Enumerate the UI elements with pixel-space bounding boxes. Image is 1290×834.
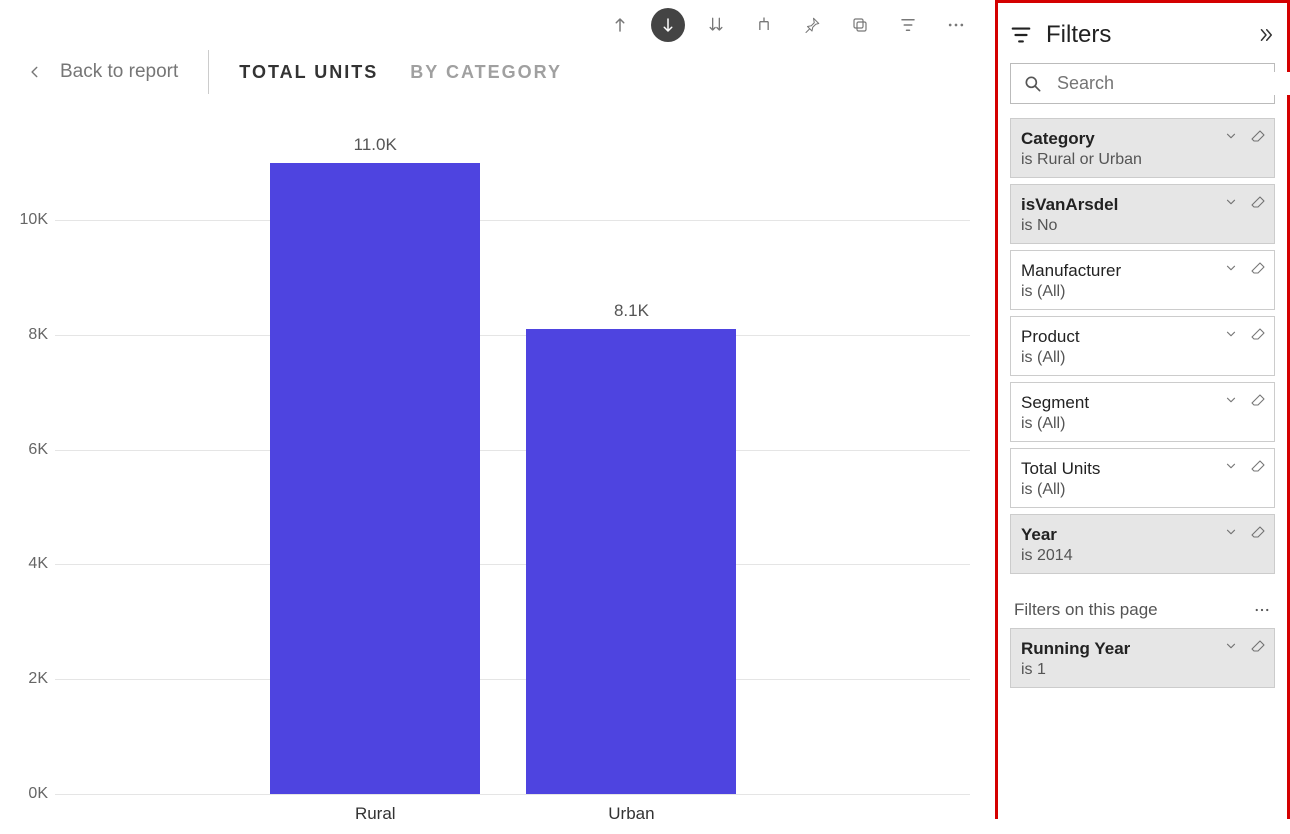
plot-area: 11.0KRural8.1KUrban	[55, 134, 970, 794]
y-tick-label: 6K	[0, 441, 48, 459]
clear-filter-icon[interactable]	[1250, 129, 1266, 145]
gridline	[55, 794, 970, 795]
chevron-left-icon	[28, 61, 42, 83]
clear-filter-icon[interactable]	[1250, 393, 1266, 409]
clear-filter-icon[interactable]	[1250, 525, 1266, 541]
chevron-down-icon[interactable]	[1224, 639, 1238, 655]
chevron-down-icon[interactable]	[1224, 327, 1238, 343]
pin-icon[interactable]	[795, 8, 829, 42]
page-filters-more-icon[interactable]	[1253, 601, 1271, 619]
chevron-down-icon[interactable]	[1224, 525, 1238, 541]
filter-status: is (All)	[1021, 349, 1264, 367]
chevron-down-icon[interactable]	[1224, 195, 1238, 211]
bar-label: 8.1K	[526, 301, 736, 321]
y-tick-label: 4K	[0, 555, 48, 573]
clear-filter-icon[interactable]	[1250, 195, 1266, 211]
chevron-down-icon[interactable]	[1224, 129, 1238, 145]
x-category-label: Urban	[608, 804, 654, 824]
drill-all-icon[interactable]	[699, 8, 733, 42]
chevron-down-icon[interactable]	[1224, 459, 1238, 475]
bar-rural[interactable]: 11.0K	[270, 163, 480, 794]
tab-total-units[interactable]: Total Units	[239, 62, 378, 83]
copy-icon[interactable]	[843, 8, 877, 42]
back-to-report-button[interactable]: Back to report	[28, 61, 178, 83]
page-filter-card-running-year[interactable]: Running Yearis 1	[1010, 628, 1275, 688]
funnel-icon	[1010, 24, 1032, 46]
y-tick-label: 10K	[0, 211, 48, 229]
report-main: Back to report Total Units By Category 0…	[0, 0, 995, 819]
back-label: Back to report	[60, 61, 178, 83]
filters-search-input[interactable]	[1055, 72, 1290, 95]
filter-status: is (All)	[1021, 415, 1264, 433]
filter-status: is No	[1021, 217, 1264, 235]
filter-status: is 2014	[1021, 547, 1264, 565]
clear-filter-icon[interactable]	[1250, 639, 1266, 655]
y-tick-label: 2K	[0, 670, 48, 688]
visual-filter-card-segment[interactable]: Segmentis (All)	[1010, 382, 1275, 442]
chevron-down-icon[interactable]	[1224, 393, 1238, 409]
chevron-down-icon[interactable]	[1224, 261, 1238, 277]
tab-by-category[interactable]: By Category	[410, 62, 562, 83]
drill-down-active-icon[interactable]	[651, 8, 685, 42]
expand-icon[interactable]	[747, 8, 781, 42]
x-category-label: Rural	[355, 804, 396, 824]
drill-up-icon[interactable]	[603, 8, 637, 42]
visual-filter-card-total-units[interactable]: Total Unitsis (All)	[1010, 448, 1275, 508]
clear-filter-icon[interactable]	[1250, 459, 1266, 475]
page-filters-label: Filters on this page	[1014, 600, 1158, 620]
visual-filter-card-isvanarsdel[interactable]: isVanArsdelis No	[1010, 184, 1275, 244]
filter-icon[interactable]	[891, 8, 925, 42]
more-icon[interactable]	[939, 8, 973, 42]
header-divider	[208, 50, 209, 94]
filter-status: is (All)	[1021, 283, 1264, 301]
filters-pane: Filters Categoryis Rural or UrbanisVanAr…	[995, 0, 1290, 819]
y-tick-label: 8K	[0, 326, 48, 344]
bar-chart[interactable]: 0K2K4K6K8K10K11.0KRural8.1KUrban	[0, 134, 970, 834]
bar-urban[interactable]: 8.1K	[526, 329, 736, 794]
filters-title: Filters	[1046, 21, 1243, 49]
y-tick-label: 0K	[0, 785, 48, 803]
collapse-pane-icon[interactable]	[1257, 26, 1275, 44]
drill-tabs: Total Units By Category	[239, 62, 562, 83]
filter-status: is 1	[1021, 661, 1264, 679]
clear-filter-icon[interactable]	[1250, 327, 1266, 343]
filter-status: is Rural or Urban	[1021, 151, 1264, 169]
visual-toolbar	[603, 8, 973, 42]
filter-status: is (All)	[1021, 481, 1264, 499]
filters-search[interactable]	[1010, 63, 1275, 104]
visual-filter-card-year[interactable]: Yearis 2014	[1010, 514, 1275, 574]
bar-label: 11.0K	[270, 135, 480, 155]
visual-filter-card-manufacturer[interactable]: Manufactureris (All)	[1010, 250, 1275, 310]
visual-filter-card-product[interactable]: Productis (All)	[1010, 316, 1275, 376]
clear-filter-icon[interactable]	[1250, 261, 1266, 277]
search-icon	[1023, 74, 1043, 94]
visual-filter-card-category[interactable]: Categoryis Rural or Urban	[1010, 118, 1275, 178]
